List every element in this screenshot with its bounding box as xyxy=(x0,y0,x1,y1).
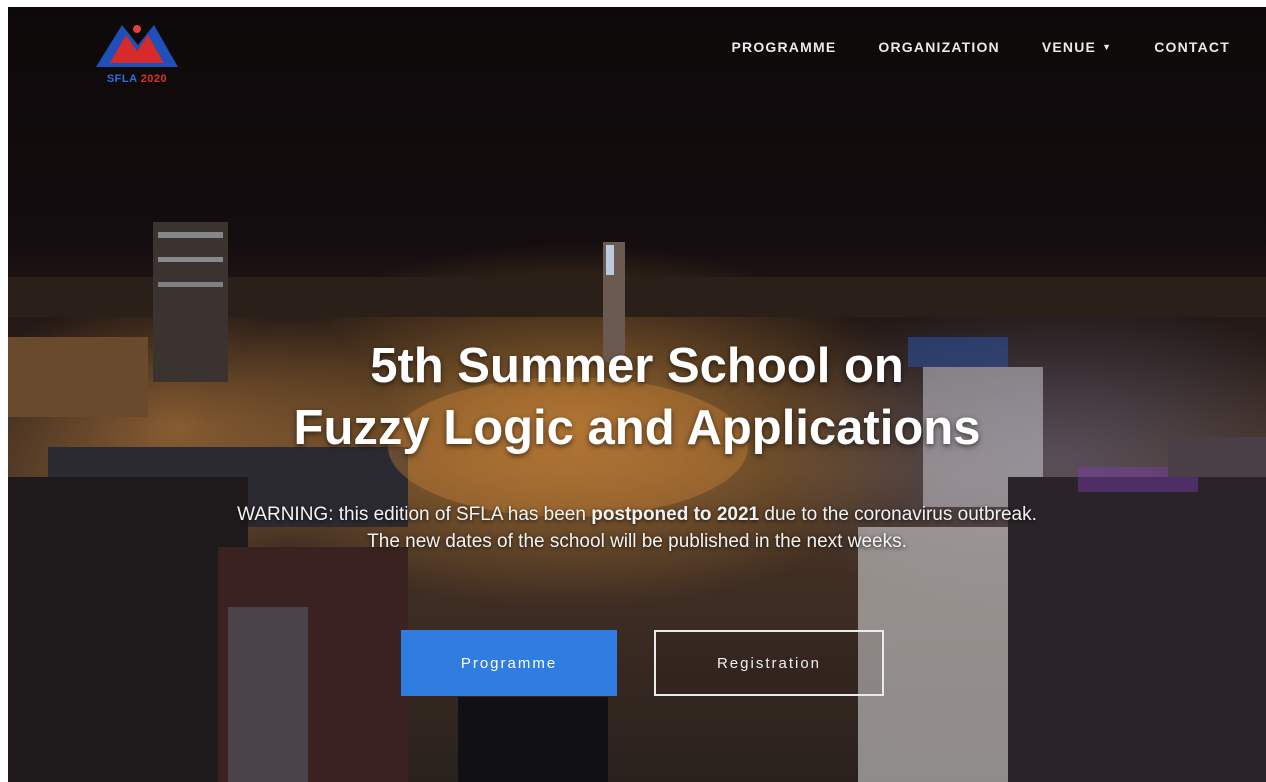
nav-label: ORGANIZATION xyxy=(878,39,1000,55)
nav-label: CONTACT xyxy=(1154,39,1230,55)
nav-item-organization[interactable]: ORGANIZATION xyxy=(878,39,999,55)
warning-prefix: WARNING: this edition of SFLA has been xyxy=(237,504,592,525)
logo-text: SFLA 2020 xyxy=(84,73,190,85)
nav-item-venue[interactable]: VENUE ▼ xyxy=(1042,39,1112,55)
nav-label: VENUE xyxy=(1041,39,1097,55)
registration-button[interactable]: Registration xyxy=(654,630,884,696)
nav-item-contact[interactable]: CONTACT xyxy=(1154,39,1230,55)
title-line-2: Fuzzy Logic and Applications xyxy=(293,401,981,455)
title-line-1: 5th Summer School on xyxy=(370,339,904,393)
warning-notice: WARNING: this edition of SFLA has been p… xyxy=(148,501,1126,555)
page-title: 5th Summer School on Fuzzy Logic and App… xyxy=(8,335,1266,459)
logo-graphic xyxy=(96,25,178,67)
warning-highlight: postponed to 2021 xyxy=(591,504,760,525)
nav-item-programme[interactable]: PROGRAMME xyxy=(731,39,836,55)
caret-down-icon: ▼ xyxy=(1102,42,1113,52)
warning-text: WARNING: this edition of SFLA has been p… xyxy=(148,501,1126,528)
logo-text-name: SFLA xyxy=(106,73,138,85)
registration-button-label: Registration xyxy=(716,654,822,672)
warning-followup: The new dates of the school will be publ… xyxy=(367,531,907,552)
programme-button[interactable]: Programme xyxy=(401,630,617,696)
logo-text-year: 2020 xyxy=(140,73,168,85)
hero-section: SFLA 2020 PROGRAMME ORGANIZATION VENUE ▼… xyxy=(8,7,1266,782)
programme-button-label: Programme xyxy=(460,654,558,672)
nav-label: PROGRAMME xyxy=(731,39,837,55)
main-nav: PROGRAMME ORGANIZATION VENUE ▼ CONTACT xyxy=(731,39,1230,55)
warning-suffix: due to the coronavirus outbreak. xyxy=(759,504,1037,525)
sfla-logo[interactable]: SFLA 2020 xyxy=(82,17,192,89)
